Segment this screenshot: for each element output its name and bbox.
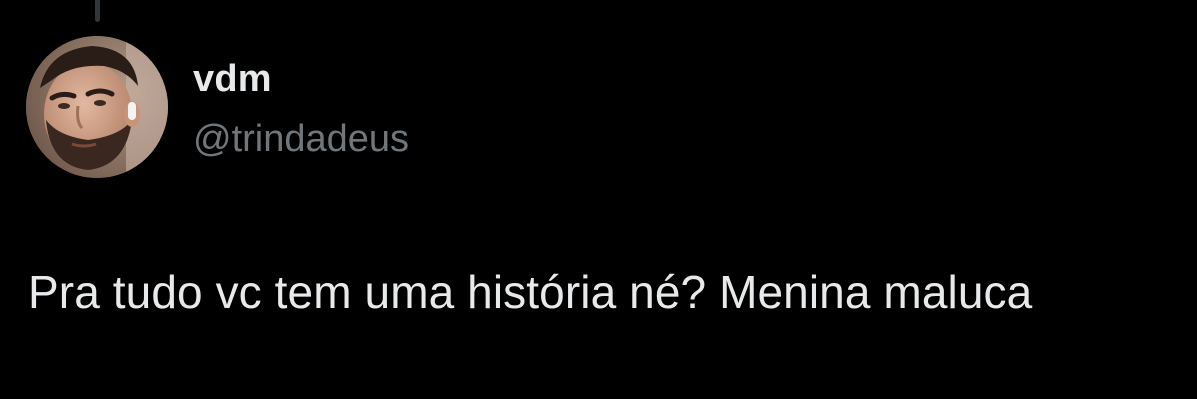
thread-connector-line (95, 0, 100, 22)
user-avatar-icon (26, 36, 168, 178)
avatar[interactable] (26, 36, 168, 178)
display-name[interactable]: vdm (193, 56, 272, 102)
tweet-text: Pra tudo vc tem uma história né? Menina … (28, 266, 1033, 318)
user-handle[interactable]: @trindadeus (193, 116, 409, 162)
